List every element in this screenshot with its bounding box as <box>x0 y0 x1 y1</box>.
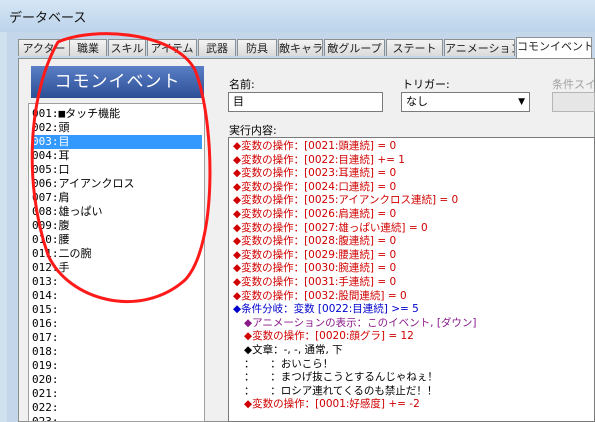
list-item[interactable]: 015: <box>32 303 202 317</box>
chevron-down-icon: ▼ <box>518 97 525 107</box>
list-item[interactable]: 017: <box>32 331 202 345</box>
list-item[interactable]: 023: <box>32 415 202 421</box>
list-item[interactable]: 006:アイアンクロス <box>32 177 202 191</box>
command-line[interactable]: ◆変数の操作：[0020:顔グラ] = 12 <box>244 330 414 343</box>
tab-item[interactable]: アイテム <box>147 39 197 56</box>
command-list[interactable]: ◆変数の操作：[0021:頭連続] = 0 ◆変数の操作：[0022:目連続] +… <box>228 137 595 422</box>
command-line[interactable]: ： ：ロシア連れてくるのも禁止だ！！ <box>244 385 437 398</box>
command-line[interactable]: ◆変数の操作：[0025:アイアンクロス連続] = 0 <box>233 194 458 207</box>
command-line[interactable]: ◆変数の操作：[0021:頭連続] = 0 <box>233 140 396 153</box>
command-line[interactable]: ◆変数の操作：[0028:腹連続] = 0 <box>233 235 396 248</box>
name-label: 名前: <box>229 78 255 91</box>
common-event-list[interactable]: 001:■タッチ機能 002:頭 003:目 004:耳 005:口 006:アイアンクロ… <box>28 103 205 422</box>
command-line[interactable]: ◆変数の操作：[0023:耳連続] = 0 <box>233 167 396 180</box>
list-item[interactable]: 010:腰 <box>32 233 202 247</box>
list-item[interactable]: 011:二の腕 <box>32 247 202 261</box>
window-title: データベース <box>9 11 87 26</box>
command-line[interactable]: ◆変数の操作：[0031:手連続] = 0 <box>233 276 396 289</box>
tab-item[interactable]: アクター <box>18 39 70 56</box>
command-line[interactable]: ◆条件分岐：変数 [0022:目連続] >= 5 <box>233 303 419 316</box>
command-line[interactable]: ◆文章：-, -, 通常, 下 <box>244 344 343 357</box>
tab-item[interactable]: 職業 <box>69 39 107 56</box>
list-item[interactable]: 016: <box>32 317 202 331</box>
command-line[interactable]: ◆変数の操作：[0026:肩連続] = 0 <box>233 208 396 221</box>
common-event-list-header: コモンイベント <box>31 66 204 98</box>
list-item[interactable]: 013: <box>32 275 202 289</box>
list-item[interactable]: 008:雄っぱい <box>32 205 202 219</box>
name-input[interactable]: 目 <box>228 92 383 112</box>
list-item[interactable]: 014: <box>32 289 202 303</box>
tab-bar: アクター 職業 スキル アイテム 武器 防具 敵キャラ 敵グループ ステート アニメーション コモン… <box>18 37 595 59</box>
command-line[interactable]: ◆変数の操作：[0029:腰連続] = 0 <box>233 249 396 262</box>
window-titlebar: データベース <box>0 0 595 32</box>
command-line[interactable]: ◆変数の操作：[0001:好感度] += -2 <box>244 398 420 411</box>
list-item[interactable]: 012:手 <box>32 261 202 275</box>
tab-item[interactable]: 敵キャラ <box>278 39 323 56</box>
command-line[interactable]: ◆変数の操作：[0024:口連続] = 0 <box>233 181 396 194</box>
command-line[interactable]: ◆変数の操作：[0027:雄っぱい連続] = 0 <box>233 222 428 235</box>
list-item[interactable]: 002:頭 <box>32 121 202 135</box>
command-line[interactable]: ◆アニメーションの表示：このイベント, [ダウン] <box>244 317 477 330</box>
tab-item[interactable]: 防具 <box>237 39 277 56</box>
list-item[interactable]: 003:目 <box>32 135 202 149</box>
tab-item[interactable]: ステート <box>386 39 443 56</box>
trigger-select[interactable]: なし ▼ <box>401 92 530 112</box>
condition-switch-field <box>552 92 595 112</box>
list-item[interactable]: 018: <box>32 345 202 359</box>
command-line[interactable]: ： ：おいこら！ <box>244 358 333 371</box>
tab-item[interactable]: 敵グループ <box>324 39 385 56</box>
list-item[interactable]: 022: <box>32 401 202 415</box>
list-item[interactable]: 021: <box>32 387 202 401</box>
tab-item[interactable]: 武器 <box>198 39 236 56</box>
condition-switch-label: 条件スイッ <box>552 78 595 91</box>
trigger-label: トリガー: <box>402 78 450 91</box>
list-item[interactable]: 005:口 <box>32 163 202 177</box>
contents-label: 実行内容: <box>229 124 277 137</box>
command-line[interactable]: ◆変数の操作：[0022:目連続] += 1 <box>233 154 405 167</box>
tab-item[interactable]: アニメーション <box>444 39 515 56</box>
command-line[interactable]: ◆変数の操作：[0030:腕連続] = 0 <box>233 262 396 275</box>
list-item[interactable]: 020: <box>32 373 202 387</box>
tab-item[interactable]: スキル <box>108 39 146 56</box>
list-item[interactable]: 007:肩 <box>32 191 202 205</box>
tab-item[interactable]: コモンイベント <box>516 37 592 58</box>
list-item[interactable]: 001:■タッチ機能 <box>32 107 202 121</box>
list-item[interactable]: 019: <box>32 359 202 373</box>
command-line[interactable]: ◆変数の操作：[0032:股間連続] = 0 <box>233 290 407 303</box>
list-item[interactable]: 004:耳 <box>32 149 202 163</box>
trigger-value: なし <box>406 95 428 108</box>
list-item[interactable]: 009:腹 <box>32 219 202 233</box>
command-line[interactable]: ： ：まつげ抜こうとするんじゃねぇ！ <box>244 371 438 384</box>
